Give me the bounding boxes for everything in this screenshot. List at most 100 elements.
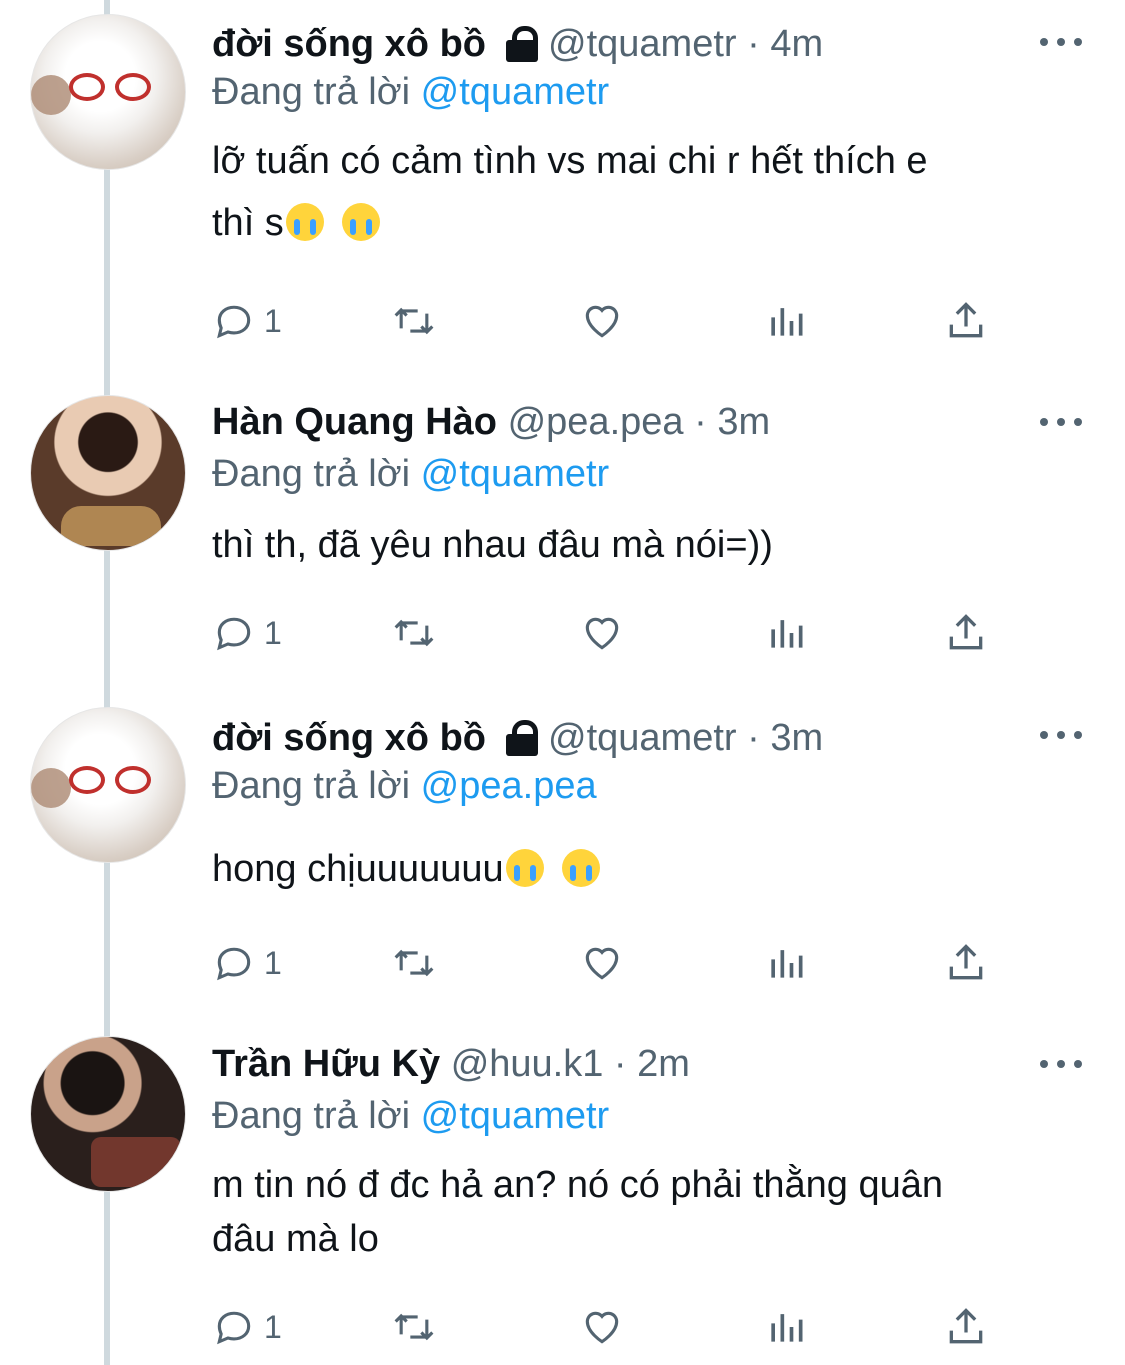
avatar-paw xyxy=(31,768,71,808)
analytics-icon xyxy=(771,620,803,648)
reply-context: Đang trả lời @pea.pea xyxy=(212,764,597,808)
reply-icon xyxy=(217,617,251,651)
retweet-icon xyxy=(394,619,434,647)
like-button[interactable] xyxy=(580,608,624,658)
crying-emoji xyxy=(561,849,600,887)
like-button[interactable] xyxy=(580,296,624,346)
more-icon[interactable] xyxy=(1040,36,1084,48)
share-button[interactable] xyxy=(944,938,988,988)
analytics-icon xyxy=(771,1314,803,1342)
action-bar: 1 xyxy=(212,608,1012,658)
tweet-header: đời sống xô bồ @tquametr · 4m xyxy=(212,22,823,66)
tweet-text: thì th, đã yêu nhau đâu mà nói=)) xyxy=(212,514,1092,576)
action-bar: 1 xyxy=(212,1302,1012,1352)
tweet-header: đời sống xô bồ @tquametr · 3m xyxy=(212,716,823,760)
tweet-text-line: thì s xyxy=(212,192,1092,254)
reply-button[interactable]: 1 xyxy=(212,938,282,988)
user-handle[interactable]: @pea.pea xyxy=(508,401,684,443)
reply-icon xyxy=(217,947,251,981)
more-icon[interactable] xyxy=(1040,1058,1084,1070)
display-name[interactable]: Hàn Quang Hào xyxy=(212,401,497,443)
views-button[interactable] xyxy=(764,296,808,346)
reply-mention[interactable]: @tquametr xyxy=(421,453,610,495)
reply-mention[interactable]: @tquametr xyxy=(421,71,610,113)
avatar[interactable] xyxy=(30,707,186,863)
retweet-button[interactable] xyxy=(392,608,436,658)
timestamp[interactable]: 3m xyxy=(717,401,770,443)
reply-prefix: Đang trả lời xyxy=(212,1095,411,1137)
user-handle[interactable]: @tquametr xyxy=(548,717,737,759)
reply-context: Đang trả lời @tquametr xyxy=(212,1094,609,1138)
retweet-button[interactable] xyxy=(392,296,436,346)
reply-button[interactable]: 1 xyxy=(212,608,282,658)
timestamp[interactable]: 2m xyxy=(637,1043,690,1085)
reply-context: Đang trả lời @tquametr xyxy=(212,452,609,496)
reply-mention[interactable]: @tquametr xyxy=(421,1095,610,1137)
heart-icon xyxy=(585,1311,619,1344)
share-button[interactable] xyxy=(944,296,988,346)
reply-button[interactable]: 1 xyxy=(212,296,282,346)
more-icon[interactable] xyxy=(1040,729,1084,741)
avatar-glasses xyxy=(69,766,157,796)
more-icon[interactable] xyxy=(1040,416,1084,428)
tweet-header: Hàn Quang Hào @pea.pea · 3m xyxy=(212,400,770,444)
display-name[interactable]: đời sống xô bồ xyxy=(212,717,486,759)
user-handle[interactable]: @huu.k1 xyxy=(451,1043,604,1085)
reply-context: Đang trả lời @tquametr xyxy=(212,70,609,114)
tweet-text-line: thì th, đã yêu nhau đâu mà nói=)) xyxy=(212,524,773,566)
display-name[interactable]: đời sống xô bồ xyxy=(212,23,486,65)
reply-count: 1 xyxy=(264,614,282,651)
heart-icon xyxy=(585,617,619,650)
separator: · xyxy=(747,717,760,759)
separator: · xyxy=(694,401,707,443)
analytics-icon xyxy=(771,950,803,978)
heart-icon xyxy=(585,947,619,980)
reply-count: 1 xyxy=(264,302,282,339)
share-button[interactable] xyxy=(944,608,988,658)
analytics-icon xyxy=(771,308,803,336)
avatar[interactable] xyxy=(30,1036,186,1192)
user-handle[interactable]: @tquametr xyxy=(548,23,737,65)
retweet-icon xyxy=(394,307,434,335)
tweet-text-line: m tin nó đ đc hả an? nó có phải thằng qu… xyxy=(212,1164,943,1206)
views-button[interactable] xyxy=(764,1302,808,1352)
reply-icon xyxy=(217,305,251,339)
tweet-text: hong chịuuuuuuu xyxy=(212,838,1092,900)
timestamp[interactable]: 4m xyxy=(770,23,823,65)
reply-button[interactable]: 1 xyxy=(212,1302,282,1352)
reply-mention[interactable]: @pea.pea xyxy=(421,765,597,807)
action-bar: 1 xyxy=(212,296,1012,346)
action-bar: 1 xyxy=(212,938,1012,988)
retweet-icon xyxy=(394,1313,434,1341)
retweet-button[interactable] xyxy=(392,938,436,988)
crying-emoji xyxy=(285,203,324,241)
avatar[interactable] xyxy=(30,395,186,551)
avatar-paw xyxy=(31,75,71,115)
display-name[interactable]: Trần Hữu Kỳ xyxy=(212,1043,440,1085)
reply-icon xyxy=(217,1311,251,1345)
separator: · xyxy=(613,1043,627,1085)
reply-prefix: Đang trả lời xyxy=(212,71,411,113)
tweet-text-line: lỡ tuấn có cảm tình vs mai chi r hết thí… xyxy=(212,140,928,182)
retweet-button[interactable] xyxy=(392,1302,436,1352)
share-icon xyxy=(949,1308,983,1344)
reply-count: 1 xyxy=(264,1308,282,1345)
share-icon xyxy=(949,302,983,338)
share-icon xyxy=(949,944,983,980)
lock-icon xyxy=(504,26,540,62)
timestamp[interactable]: 3m xyxy=(770,717,823,759)
avatar[interactable] xyxy=(30,14,186,170)
views-button[interactable] xyxy=(764,608,808,658)
reply-prefix: Đang trả lời xyxy=(212,765,411,807)
tweet-text-segment: thì s xyxy=(212,202,284,244)
avatar-glasses xyxy=(69,73,157,103)
crying-emoji xyxy=(341,203,380,241)
share-button[interactable] xyxy=(944,1302,988,1352)
tweet-text-line: hong chịuuuuuuu xyxy=(212,838,1092,900)
like-button[interactable] xyxy=(580,1302,624,1352)
tweet-text: m tin nó đ đc hả an? nó có phải thằng qu… xyxy=(212,1154,1092,1270)
tweet-header: Trần Hữu Kỳ @huu.k1 · 2m xyxy=(212,1042,690,1086)
like-button[interactable] xyxy=(580,938,624,988)
views-button[interactable] xyxy=(764,938,808,988)
lock-icon xyxy=(504,720,540,756)
